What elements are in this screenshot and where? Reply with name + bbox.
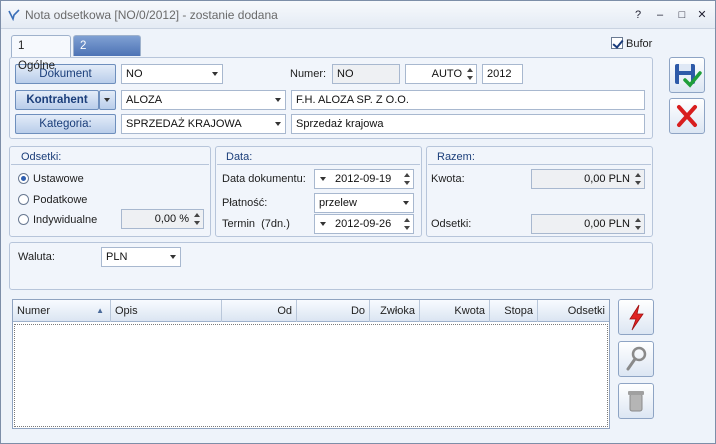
calendar-dropdown-icon[interactable] bbox=[320, 177, 326, 181]
chevron-down-icon bbox=[212, 72, 218, 76]
razem-title: Razem: bbox=[437, 151, 475, 163]
data-title: Data: bbox=[226, 151, 253, 163]
column-header-stopa[interactable]: Stopa bbox=[490, 300, 538, 322]
delete-button[interactable] bbox=[618, 383, 654, 419]
chevron-down-icon bbox=[275, 98, 281, 102]
spinner-icon[interactable] bbox=[403, 216, 411, 232]
cancel-button[interactable] bbox=[669, 98, 705, 134]
column-header-opis[interactable]: Opis bbox=[111, 300, 222, 322]
table-body[interactable] bbox=[14, 324, 608, 427]
maximize-button[interactable]: □ bbox=[671, 6, 693, 24]
radio-indywidualne[interactable]: Indywidualne bbox=[18, 214, 97, 226]
table-header: Numer ▲ Opis Od Do Zwłoka Kwota Stopa Ods… bbox=[13, 300, 609, 322]
odsetki-sum-label: Odsetki: bbox=[431, 218, 472, 230]
termin-label: Termin (7dn.) bbox=[222, 218, 290, 230]
kategoria-button[interactable]: Kategoria: bbox=[15, 114, 116, 134]
column-header-od[interactable]: Od bbox=[222, 300, 297, 322]
search-button[interactable] bbox=[618, 341, 654, 377]
close-x-icon bbox=[677, 105, 697, 127]
numer-label: Numer: bbox=[290, 68, 327, 80]
dokument-select[interactable]: NO bbox=[121, 64, 223, 84]
spinner-icon[interactable] bbox=[466, 66, 474, 82]
kontrahent-code-select[interactable]: ALOZA bbox=[121, 90, 286, 110]
spinner-icon bbox=[634, 216, 642, 232]
column-header-numer[interactable]: Numer ▲ bbox=[13, 300, 111, 322]
divider bbox=[217, 164, 420, 165]
save-icon bbox=[675, 64, 702, 88]
radio-podatkowe[interactable]: Podatkowe bbox=[18, 194, 87, 206]
kontrahent-name-field[interactable]: F.H. ALOZA SP. Z O.O. bbox=[291, 90, 645, 110]
percent-field: 0,00 % bbox=[121, 209, 204, 229]
trash-icon bbox=[628, 391, 644, 412]
radio-icon[interactable] bbox=[18, 173, 29, 184]
waluta-label: Waluta: bbox=[18, 251, 55, 263]
minimize-button[interactable]: – bbox=[649, 6, 671, 24]
chevron-down-icon bbox=[275, 122, 281, 126]
odsetki-title: Odsetki: bbox=[21, 151, 62, 163]
title-bar: Nota odsetkowa [NO/0/2012] - zostanie do… bbox=[1, 1, 715, 29]
radio-icon[interactable] bbox=[18, 214, 29, 225]
waluta-select[interactable]: PLN bbox=[101, 247, 181, 267]
radio-icon[interactable] bbox=[18, 194, 29, 205]
calendar-dropdown-icon[interactable] bbox=[320, 222, 326, 226]
platnosc-label: Płatność: bbox=[222, 197, 268, 209]
kwota-field: 0,00 PLN bbox=[531, 169, 645, 189]
divider bbox=[428, 164, 651, 165]
spinner-icon bbox=[193, 211, 201, 227]
window: Nota odsetkowa [NO/0/2012] - zostanie do… bbox=[0, 0, 716, 444]
tab-ogolne[interactable]: 1 Ogólne bbox=[11, 35, 71, 72]
kategoria-desc-field[interactable]: Sprzedaż krajowa bbox=[291, 114, 645, 134]
checkbox-box[interactable] bbox=[611, 37, 623, 49]
payments-table[interactable]: Numer ▲ Opis Od Do Zwłoka Kwota Stopa Ods… bbox=[12, 299, 610, 429]
kwota-label: Kwota: bbox=[431, 173, 465, 185]
help-button[interactable]: ? bbox=[627, 6, 649, 24]
chevron-down-icon bbox=[104, 98, 110, 102]
data-dokumentu-field[interactable]: 2012-09-19 bbox=[314, 169, 414, 189]
numer-prefix-field: NO bbox=[332, 64, 400, 84]
chevron-down-icon bbox=[403, 201, 409, 205]
window-title: Nota odsetkowa [NO/0/2012] - zostanie do… bbox=[25, 8, 278, 22]
column-header-zwloka[interactable]: Zwłoka bbox=[370, 300, 420, 322]
save-button[interactable] bbox=[669, 57, 705, 93]
tab-platnosci[interactable]: 2 Płatności bbox=[73, 35, 141, 72]
chevron-down-icon bbox=[170, 255, 176, 259]
app-icon bbox=[8, 9, 20, 21]
numer-year-field[interactable]: 2012 bbox=[482, 64, 523, 84]
column-header-kwota[interactable]: Kwota bbox=[420, 300, 490, 322]
radio-ustawowe[interactable]: Ustawowe bbox=[18, 173, 84, 185]
kontrahent-menu-button[interactable] bbox=[99, 90, 116, 110]
magnifier-icon bbox=[626, 346, 647, 371]
platnosc-select[interactable]: przelew bbox=[314, 193, 414, 213]
termin-field[interactable]: 2012-09-26 bbox=[314, 214, 414, 234]
numer-auto-field[interactable]: AUTO bbox=[405, 64, 477, 84]
spinner-icon bbox=[634, 171, 642, 187]
spinner-icon[interactable] bbox=[403, 171, 411, 187]
odsetki-sum-field: 0,00 PLN bbox=[531, 214, 645, 234]
kategoria-select[interactable]: SPRZEDAŻ KRAJOWA bbox=[121, 114, 286, 134]
close-button[interactable]: ✕ bbox=[691, 6, 713, 24]
bufor-checkbox[interactable]: Bufor bbox=[611, 37, 652, 50]
column-header-odsetki[interactable]: Odsetki bbox=[538, 300, 609, 322]
calculate-button[interactable] bbox=[618, 299, 654, 335]
lightning-icon bbox=[629, 304, 644, 331]
kontrahent-button[interactable]: Kontrahent bbox=[15, 90, 99, 110]
data-dokumentu-label: Data dokumentu: bbox=[222, 173, 306, 185]
sort-asc-icon: ▲ bbox=[96, 306, 104, 315]
divider bbox=[11, 164, 209, 165]
column-header-do[interactable]: Do bbox=[297, 300, 370, 322]
